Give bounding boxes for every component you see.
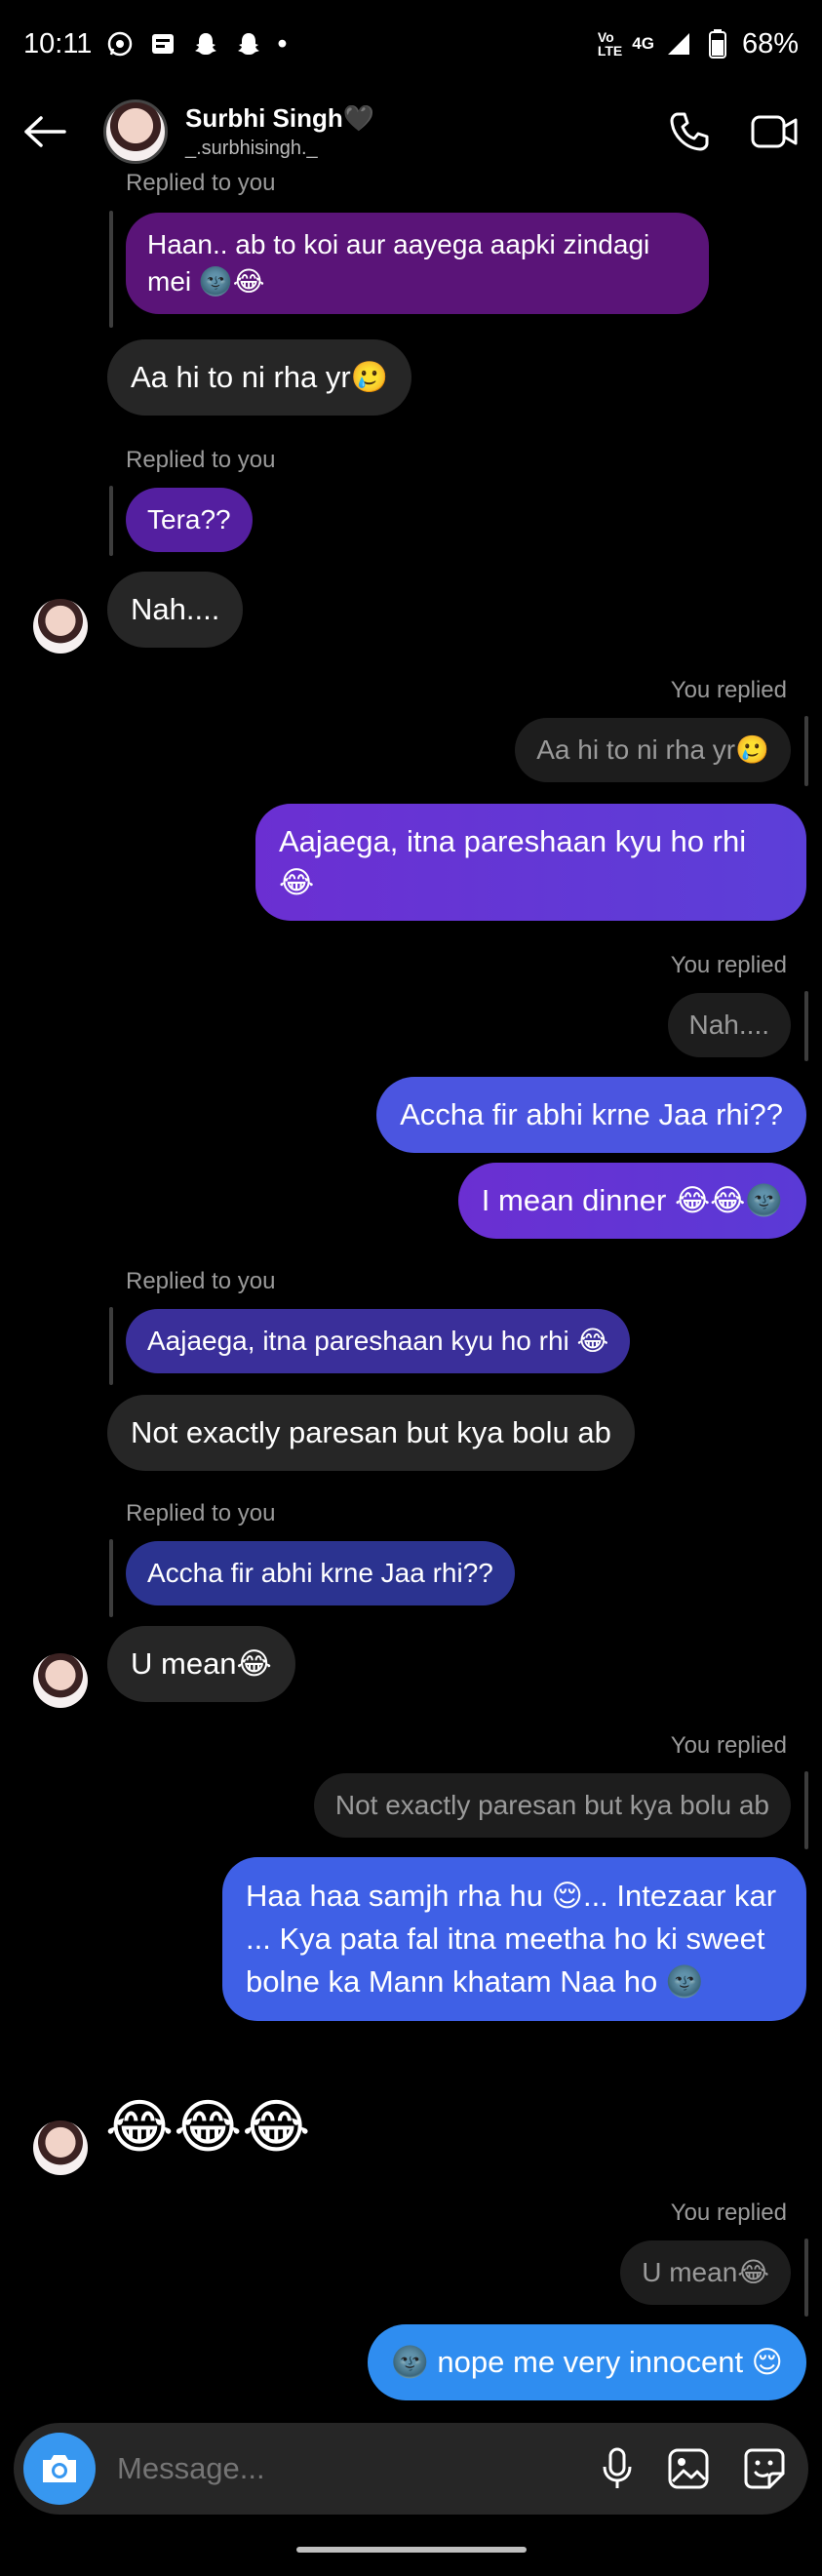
header-actions (668, 110, 799, 153)
reply-label: You replied (670, 2200, 787, 2226)
status-right: Vo LTE 4G 68% (598, 28, 799, 60)
message-bubble[interactable]: Nah.... (107, 572, 244, 648)
camera-icon[interactable] (23, 2433, 96, 2505)
avatar (33, 1653, 88, 1708)
chat-thread[interactable]: Replied to you Haan.. ab to koi aur aaye… (0, 170, 822, 2419)
message-bubble[interactable]: I mean dinner 😂😂🌚 (457, 1163, 806, 1239)
battery-level: 68% (741, 27, 799, 59)
reply-bar (109, 486, 113, 556)
quoted-message[interactable]: Nah.... (667, 993, 791, 1057)
sticker-icon[interactable] (744, 2448, 785, 2489)
message-bubble[interactable]: U mean😂 (107, 1626, 295, 1702)
notification-dot: • (277, 27, 288, 59)
reply-label: You replied (670, 677, 787, 703)
message-bubble[interactable]: Aa hi to ni rha yr🥲 (107, 339, 412, 416)
reply-bar (804, 991, 808, 1061)
quoted-message[interactable]: Aajaega, itna pareshaan kyu ho rhi 😂 (126, 1309, 631, 1373)
reply-label: Replied to you (126, 1268, 276, 1294)
snapchat-icon (234, 29, 263, 59)
whatsapp-icon (105, 29, 135, 59)
quoted-message[interactable]: Not exactly paresan but kya bolu ab (313, 1773, 791, 1838)
composer-actions (602, 2447, 785, 2490)
message-input[interactable] (117, 2451, 602, 2486)
reply-label: Replied to you (126, 1500, 276, 1526)
mic-icon[interactable] (602, 2447, 633, 2490)
message-bubble[interactable]: Haa haa samjh rha hu 😌... Intezaar kar .… (222, 1857, 806, 2021)
message-bubble[interactable]: 🌚 nope me very innocent 😌 (368, 2324, 806, 2400)
reply-bar (804, 1771, 808, 1849)
avatar (33, 599, 88, 654)
video-icon[interactable] (750, 112, 799, 151)
message-bubble[interactable]: Not exactly paresan but kya bolu ab (107, 1395, 635, 1471)
quoted-message[interactable]: U mean😂 (620, 2240, 791, 2305)
status-left: 10:11 • (23, 28, 288, 60)
contact-info[interactable]: Surbhi Singh🖤 _.surbhisingh._ (185, 103, 374, 160)
reply-label: You replied (670, 1732, 787, 1759)
quoted-message[interactable]: Accha fir abhi krne Jaa rhi?? (126, 1541, 515, 1605)
reply-bar (109, 1307, 113, 1385)
message-bubble[interactable]: Aajaega, itna pareshaan kyu ho rhi 😂 (255, 804, 806, 921)
volte-icon: Vo LTE (597, 29, 623, 59)
reply-bar (804, 2239, 808, 2317)
home-indicator[interactable] (296, 2547, 527, 2553)
reply-bar (804, 716, 808, 786)
reply-label: Replied to you (126, 447, 276, 473)
message-bubble[interactable]: Accha fir abhi krne Jaa rhi?? (376, 1077, 806, 1153)
news-icon (148, 29, 177, 59)
status-bar: 10:11 • Vo LTE 4G 68% (0, 0, 822, 88)
message-composer (14, 2423, 808, 2515)
quoted-message[interactable]: Haan.. ab to koi aur aayega aapki zindag… (126, 213, 709, 314)
gallery-icon[interactable] (668, 2448, 709, 2489)
network-type: 4G (632, 34, 654, 53)
back-arrow-icon[interactable] (23, 115, 66, 148)
snapchat-icon (191, 29, 220, 59)
reply-bar (109, 1539, 113, 1617)
quoted-message[interactable]: Aa hi to ni rha yr🥲 (515, 718, 791, 782)
contact-name: Surbhi Singh🖤 (185, 103, 375, 133)
reply-label: Replied to you (126, 170, 276, 196)
quoted-message[interactable]: Tera?? (126, 488, 253, 552)
signal-icon (664, 29, 693, 59)
chat-header: Surbhi Singh🖤 _.surbhisingh._ (0, 88, 822, 176)
avatar[interactable] (103, 99, 168, 164)
phone-icon[interactable] (668, 110, 711, 153)
reply-bar (109, 211, 113, 328)
contact-username: _.surbhisingh._ (185, 138, 318, 159)
clock: 10:11 (23, 27, 93, 59)
emoji-message[interactable]: 😂😂😂 (105, 2093, 310, 2161)
reply-label: You replied (670, 952, 787, 978)
battery-icon (703, 29, 732, 59)
avatar (33, 2120, 88, 2175)
